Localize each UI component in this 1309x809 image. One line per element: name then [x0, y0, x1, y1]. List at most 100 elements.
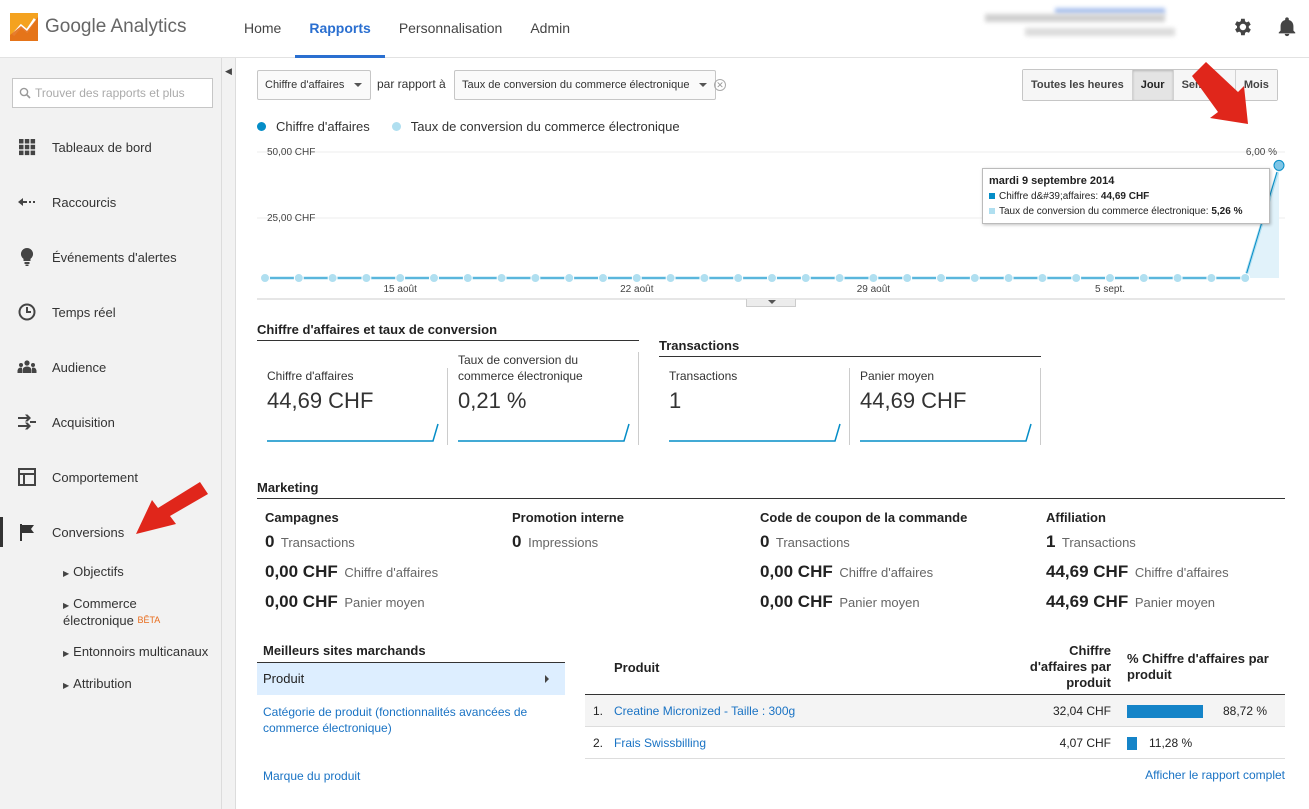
dashboard-grid-icon	[19, 139, 36, 156]
sidebar-item-acquisition[interactable]: Acquisition	[0, 407, 222, 437]
card-divider	[1040, 368, 1041, 445]
top-header: Google Analytics Home Rapports Personnal…	[0, 0, 1309, 58]
data-point-conversion[interactable]	[699, 273, 710, 283]
sidebar-item-label: Tableaux de bord	[52, 139, 152, 155]
metric-label: Taux de conversion du commerce électroni…	[458, 353, 583, 383]
data-point-conversion[interactable]	[564, 273, 575, 283]
tooltip-value: 5,26 %	[1211, 206, 1243, 217]
data-point-conversion[interactable]	[1105, 273, 1115, 283]
toutes-les-heures-button[interactable]: Toutes les heures	[1023, 70, 1133, 100]
data-point-conversion[interactable]	[395, 273, 406, 283]
column-header-produit[interactable]: Produit	[614, 660, 660, 675]
data-point-conversion[interactable]	[496, 273, 507, 283]
metric-card-conversion-rate[interactable]: Taux de conversion du commerce électroni…	[458, 352, 649, 442]
data-point-conversion[interactable]	[1138, 273, 1149, 283]
account-selector-blurred[interactable]	[985, 8, 1185, 36]
notifications-bell-icon[interactable]	[1276, 16, 1298, 38]
marketing-heading-campagnes[interactable]: Campagnes	[265, 510, 339, 525]
data-point-conversion[interactable]	[969, 273, 980, 283]
expand-triangle-icon: ▶	[63, 681, 70, 690]
data-point-conversion[interactable]	[767, 273, 777, 283]
settings-gear-icon[interactable]	[1231, 16, 1253, 38]
data-point-conversion[interactable]	[1206, 273, 1217, 283]
table-row: 1. Creatine Micronized - Taille : 300g 3…	[585, 695, 1285, 727]
nav-home[interactable]: Home	[230, 0, 295, 58]
column-header-revenue[interactable]: Chiffre d'affaires par produit	[1015, 643, 1111, 691]
subnav-commerce-electronique[interactable]: ▶ Commerce électronique BÊTA	[63, 596, 160, 628]
sidebar-item-evenements-alertes[interactable]: Événements d'alertes	[0, 242, 222, 272]
jour-button[interactable]: Jour	[1132, 70, 1174, 100]
marketing-stat: 0 Impressions	[512, 532, 599, 551]
data-point-conversion[interactable]	[665, 273, 676, 283]
data-point-conversion[interactable]	[293, 273, 304, 283]
subnav-entonnoirs-multicanaux[interactable]: ▶ Entonnoirs multicanaux	[63, 644, 208, 661]
nav-rapports[interactable]: Rapports	[295, 0, 385, 58]
subnav-objectifs[interactable]: ▶ Objectifs	[63, 564, 124, 581]
row-pct: 11,28 %	[1149, 736, 1193, 750]
row-rank: 2.	[593, 736, 604, 750]
remove-comparison-icon[interactable]: ✕	[714, 79, 726, 91]
data-point-conversion[interactable]	[936, 273, 946, 283]
subnav-attribution[interactable]: ▶ Attribution	[63, 676, 132, 693]
product-link[interactable]: Frais Swissbilling	[614, 736, 706, 750]
data-point-conversion[interactable]	[631, 273, 642, 283]
product-link[interactable]: Creatine Micronized - Taille : 300g	[614, 704, 795, 718]
data-point-conversion[interactable]	[834, 273, 845, 283]
sidebar-item-temps-reel[interactable]: Temps réel	[0, 297, 222, 327]
lightbulb-icon	[20, 247, 34, 266]
metric-card-transactions[interactable]: Transactions 1	[669, 368, 860, 450]
main-nav: Home Rapports Personnalisation Admin	[230, 0, 584, 58]
data-point-revenue[interactable]	[1273, 159, 1285, 171]
data-point-conversion[interactable]	[1037, 273, 1048, 283]
legend-item-revenue[interactable]: Chiffre d'affaires	[257, 119, 370, 134]
data-point-conversion[interactable]	[1172, 273, 1183, 283]
data-point-conversion[interactable]	[868, 273, 879, 283]
column-header-pct[interactable]: % Chiffre d'affaires par produit	[1127, 651, 1279, 683]
data-point-conversion[interactable]	[1240, 273, 1251, 283]
marketing-heading-code-coupon[interactable]: Code de coupon de la commande	[760, 510, 967, 525]
search-input[interactable]	[35, 86, 205, 100]
metric1-dropdown[interactable]: Chiffre d'affaires	[257, 70, 372, 100]
data-point-conversion[interactable]	[1071, 273, 1082, 283]
clock-icon	[18, 303, 36, 321]
google-analytics-logo[interactable]: Google Analytics	[10, 13, 187, 41]
product-table: Produit Chiffre d'affaires par produit %…	[585, 643, 1285, 782]
data-point-conversion[interactable]	[530, 273, 541, 283]
legend-item-conversion[interactable]: Taux de conversion du commerce électroni…	[391, 119, 680, 134]
report-search[interactable]	[12, 78, 213, 108]
chart-tooltip: mardi 9 septembre 2014 Chiffre d&#39;aff…	[982, 168, 1270, 224]
nav-personnalisation[interactable]: Personnalisation	[385, 0, 517, 58]
sidebar-item-label: Acquisition	[52, 414, 115, 430]
metric-card-revenue[interactable]: Chiffre d'affaires 44,69 CHF	[267, 368, 458, 450]
data-point-conversion[interactable]	[260, 273, 270, 283]
row-pct: 88,72 %	[1223, 704, 1268, 718]
data-point-conversion[interactable]	[361, 273, 372, 283]
full-report-link[interactable]: Afficher le rapport complet	[1145, 768, 1285, 782]
data-point-conversion[interactable]	[1003, 273, 1014, 283]
data-point-conversion[interactable]	[598, 273, 608, 283]
data-point-conversion[interactable]	[902, 273, 913, 283]
link-categorie-produit[interactable]: Catégorie de produit (fonctionnalités av…	[263, 704, 563, 736]
marketing-heading-promotion-interne[interactable]: Promotion interne	[512, 510, 624, 525]
metric2-dropdown[interactable]: Taux de conversion du commerce électroni…	[454, 70, 717, 100]
data-point-conversion[interactable]	[327, 273, 338, 283]
series-swatch-icon	[989, 193, 995, 199]
marketing-stat: 0 Transactions	[265, 532, 355, 551]
sidebar-item-raccourcis[interactable]: Raccourcis	[0, 187, 222, 217]
data-point-conversion[interactable]	[800, 273, 811, 283]
marketing-heading-affiliation[interactable]: Affiliation	[1046, 510, 1106, 525]
data-point-conversion[interactable]	[429, 273, 439, 283]
nav-admin[interactable]: Admin	[516, 0, 584, 58]
link-marque-produit[interactable]: Marque du produit	[263, 768, 360, 784]
chart-resize-handle[interactable]	[746, 299, 796, 307]
data-point-conversion[interactable]	[733, 273, 744, 283]
x-tick-label: 22 août	[620, 284, 654, 295]
metric-card-avg-basket[interactable]: Panier moyen 44,69 CHF	[860, 368, 1051, 450]
sidebar-item-tableaux-de-bord[interactable]: Tableaux de bord	[0, 132, 222, 162]
tab-produit[interactable]: Produit	[257, 663, 565, 695]
data-point-conversion[interactable]	[462, 273, 473, 283]
sidebar-item-audience[interactable]: Audience	[0, 352, 222, 382]
sidebar-collapse-toggle[interactable]: ◀	[222, 58, 236, 809]
brand-name: Google Analytics	[45, 16, 187, 37]
metric-value: 0,21 %	[458, 388, 527, 413]
